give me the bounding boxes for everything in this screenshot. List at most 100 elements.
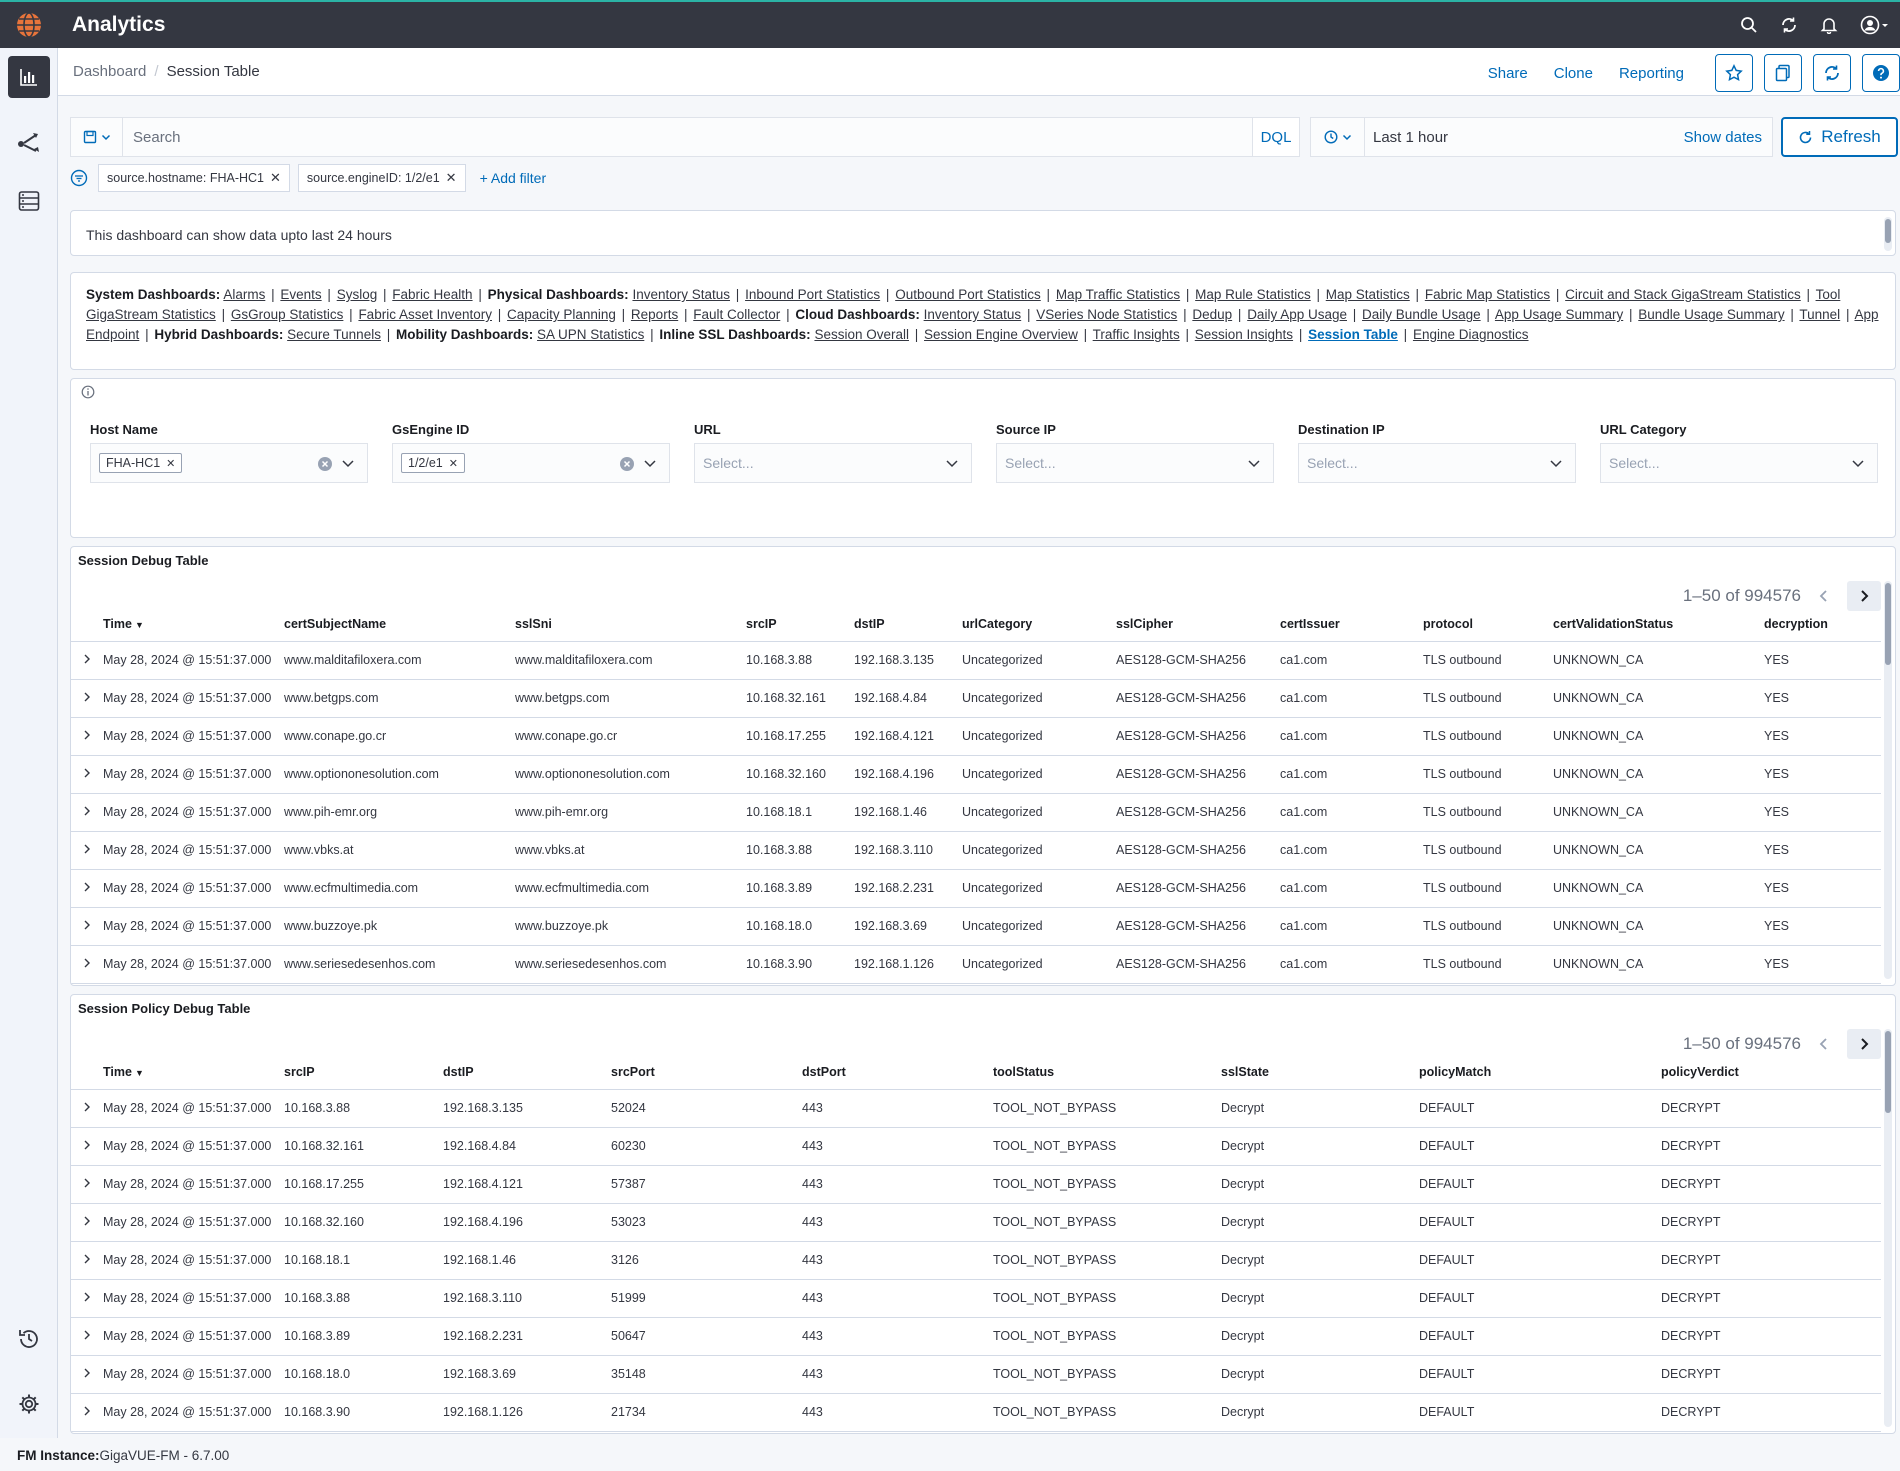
add-filter-link[interactable]: + Add filter — [480, 170, 547, 186]
expand-row-button[interactable] — [71, 755, 103, 794]
dashboard-link[interactable]: Capacity Planning — [507, 307, 616, 322]
session-debug-scrollbar[interactable] — [1884, 581, 1892, 979]
dashboard-link[interactable]: App Usage Summary — [1495, 307, 1623, 322]
close-icon[interactable]: ✕ — [449, 457, 458, 470]
clear-icon[interactable] — [619, 456, 635, 472]
clear-icon[interactable] — [317, 456, 333, 472]
dashboard-link[interactable]: Circuit and Stack GigaStream Statistics — [1565, 287, 1801, 302]
nav-history[interactable] — [8, 1318, 50, 1360]
column-header-srcip[interactable]: srcIP — [746, 607, 854, 642]
nav-topology[interactable] — [8, 120, 50, 162]
search-input[interactable]: Search — [133, 129, 181, 146]
saved-queries-button[interactable] — [71, 118, 123, 156]
expand-row-button[interactable] — [71, 1279, 103, 1318]
notice-scrollbar[interactable] — [1884, 217, 1892, 251]
expand-row-button[interactable] — [71, 679, 103, 718]
dashboard-link[interactable]: Fault Collector — [693, 307, 780, 322]
dashboard-link[interactable]: Fabric Health — [392, 287, 472, 302]
column-header-srcip[interactable]: srcIP — [284, 1055, 443, 1090]
expand-row-button[interactable] — [71, 831, 103, 870]
column-header-certsubjectname[interactable]: certSubjectName — [284, 607, 515, 642]
expand-row-button[interactable] — [71, 907, 103, 946]
filter-pill-engineid[interactable]: source.engineID: 1/2/e1 ✕ — [297, 164, 466, 192]
dashboard-link[interactable]: Secure Tunnels — [287, 327, 381, 342]
dashboard-link[interactable]: Outbound Port Statistics — [895, 287, 1041, 302]
dashboard-link[interactable]: Syslog — [337, 287, 378, 302]
dashboard-link[interactable]: Session Insights — [1195, 327, 1293, 342]
column-header-sslsni[interactable]: sslSni — [515, 607, 746, 642]
dashboard-link[interactable]: Engine Diagnostics — [1413, 327, 1529, 342]
dashboard-link[interactable]: Inventory Status — [632, 287, 730, 302]
expand-row-button[interactable] — [71, 1393, 103, 1432]
nav-dashboards[interactable] — [8, 56, 50, 98]
search-icon[interactable] — [1740, 16, 1758, 34]
nav-inventory[interactable] — [8, 180, 50, 222]
column-header-certvalidationstatus[interactable]: certValidationStatus — [1553, 607, 1764, 642]
column-header-sslcipher[interactable]: sslCipher — [1116, 607, 1280, 642]
dashboard-link[interactable]: Map Rule Statistics — [1195, 287, 1311, 302]
dashboard-link[interactable]: Daily Bundle Usage — [1362, 307, 1481, 322]
share-link[interactable]: Share — [1488, 65, 1528, 82]
column-header-certissuer[interactable]: certIssuer — [1280, 607, 1423, 642]
sort-desc-icon[interactable]: ▼ — [135, 620, 144, 630]
dashboard-link[interactable]: Tunnel — [1799, 307, 1840, 322]
dashboard-link[interactable]: Session Table — [1308, 327, 1398, 342]
dashboard-link[interactable]: Fabric Asset Inventory — [358, 307, 492, 322]
column-header-protocol[interactable]: protocol — [1423, 607, 1553, 642]
bell-icon[interactable] — [1820, 16, 1838, 34]
session-policy-scrollbar[interactable] — [1884, 1029, 1892, 1427]
show-dates-link[interactable]: Show dates — [1684, 129, 1762, 146]
filter-pill-hostname[interactable]: source.hostname: FHA-HC1 ✕ — [98, 164, 290, 192]
dashboard-link[interactable]: Map Traffic Statistics — [1056, 287, 1180, 302]
info-icon[interactable] — [81, 385, 95, 404]
column-header-dstip[interactable]: dstIP — [854, 607, 962, 642]
dashboard-link[interactable]: Alarms — [223, 287, 265, 302]
expand-row-button[interactable] — [71, 1203, 103, 1242]
dashboard-link[interactable]: Events — [280, 287, 321, 302]
expand-row-button[interactable] — [71, 945, 103, 984]
column-header-time[interactable]: Time ▼ — [103, 1055, 284, 1090]
dashboard-link[interactable]: Map Statistics — [1326, 287, 1410, 302]
source-ip-select[interactable]: Select... — [996, 443, 1274, 483]
expand-row-button[interactable] — [71, 1165, 103, 1204]
column-header-srcport[interactable]: srcPort — [611, 1055, 802, 1090]
column-header-dstip[interactable]: dstIP — [443, 1055, 611, 1090]
expand-row-button[interactable] — [71, 1317, 103, 1356]
close-icon[interactable]: ✕ — [270, 170, 281, 186]
help-button[interactable] — [1862, 54, 1900, 92]
logo[interactable] — [0, 2, 58, 48]
expand-row-button[interactable] — [71, 1241, 103, 1280]
dashboard-link[interactable]: VSeries Node Statistics — [1036, 307, 1177, 322]
user-menu[interactable] — [1860, 15, 1890, 35]
column-header-dstport[interactable]: dstPort — [802, 1055, 993, 1090]
filter-menu-icon[interactable] — [70, 169, 88, 187]
column-header-time[interactable]: Time ▼ — [103, 607, 284, 642]
dashboard-link[interactable]: SA UPN Statistics — [537, 327, 644, 342]
close-icon[interactable]: ✕ — [446, 170, 457, 186]
expand-row-button[interactable] — [71, 1355, 103, 1394]
nav-settings[interactable] — [8, 1383, 50, 1425]
dql-toggle[interactable]: DQL — [1252, 117, 1300, 157]
column-header-toolstatus[interactable]: toolStatus — [993, 1055, 1221, 1090]
dashboard-link[interactable]: Inbound Port Statistics — [745, 287, 880, 302]
clone-link[interactable]: Clone — [1554, 65, 1593, 82]
dashboard-link[interactable]: GsGroup Statistics — [231, 307, 344, 322]
copy-button[interactable] — [1764, 54, 1802, 92]
expand-row-button[interactable] — [71, 1127, 103, 1166]
dashboard-link[interactable]: Session Overall — [814, 327, 909, 342]
column-header-urlcategory[interactable]: urlCategory — [962, 607, 1116, 642]
dashboard-link[interactable]: Session Engine Overview — [924, 327, 1078, 342]
url-select[interactable]: Select... — [694, 443, 972, 483]
expand-row-button[interactable] — [71, 793, 103, 832]
time-range-value[interactable]: Last 1 hour — [1373, 129, 1448, 146]
sort-desc-icon[interactable]: ▼ — [135, 1068, 144, 1078]
url-category-select[interactable]: Select... — [1600, 443, 1878, 483]
expand-row-button[interactable] — [71, 641, 103, 680]
favorite-button[interactable] — [1715, 54, 1753, 92]
gsengine-chip[interactable]: 1/2/e1 ✕ — [401, 453, 465, 473]
dashboard-link[interactable]: Bundle Usage Summary — [1638, 307, 1784, 322]
quick-menu-button[interactable] — [1311, 118, 1365, 156]
sync-icon[interactable] — [1780, 16, 1798, 34]
column-header-decryption[interactable]: decryption — [1764, 607, 1881, 642]
refresh-button[interactable]: Refresh — [1781, 117, 1898, 157]
